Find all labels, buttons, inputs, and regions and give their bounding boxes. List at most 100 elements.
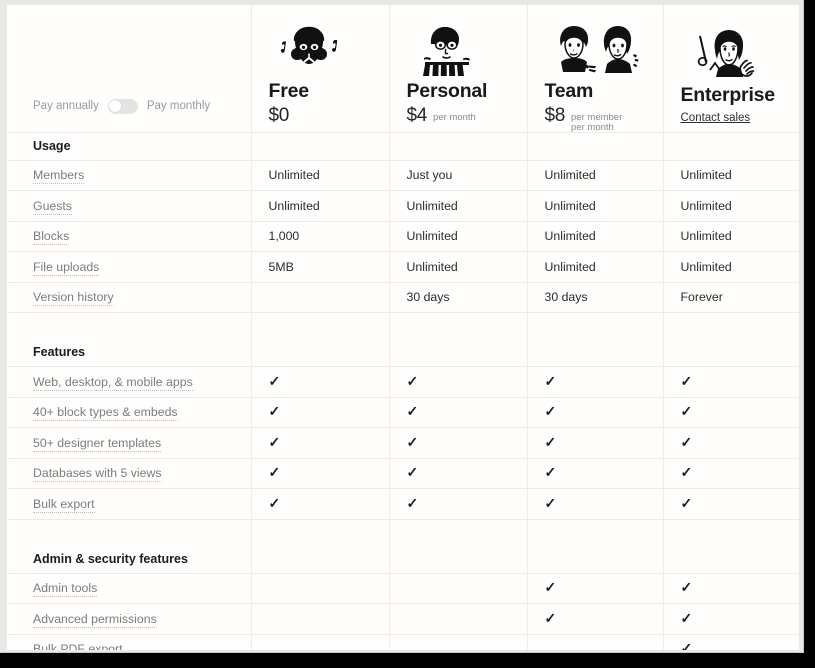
feature-label[interactable]: 50+ designer templates — [33, 436, 162, 452]
feature-value-cell: 30 days — [526, 281, 663, 313]
feature-value: 5MB — [268, 259, 294, 274]
feature-value-cell: ✓ — [662, 427, 799, 458]
feature-label[interactable]: Version history — [33, 290, 114, 307]
section-title: Features — [33, 345, 86, 359]
feature-label[interactable]: Guests — [33, 199, 72, 215]
checkmark-icon: ✓ — [268, 464, 281, 481]
feature-label[interactable]: Admin tools — [33, 581, 98, 598]
feature-value-cell — [388, 633, 527, 650]
plan-price-note: per member per month — [571, 111, 623, 134]
feature-value-cell: Unlimited — [526, 159, 663, 191]
checkmark-icon: ✓ — [544, 609, 557, 626]
feature-label[interactable]: File uploads — [33, 260, 100, 276]
feature-value-cell: ✓ — [250, 488, 389, 519]
person-headphones-icon — [273, 20, 345, 78]
feature-value-cell: ✓ — [526, 457, 663, 489]
window-frame: Pay annually Pay monthly Free $0 Persona… — [0, 0, 804, 653]
feature-label-cell: Guests — [7, 190, 251, 221]
billing-toggle[interactable]: Pay annually Pay monthly — [33, 98, 251, 114]
feature-value-cell: Unlimited — [526, 220, 663, 252]
feature-label[interactable]: Members — [33, 168, 85, 185]
feature-value-cell — [250, 633, 389, 650]
feature-value: Unlimited — [268, 168, 320, 183]
feature-value-cell: ✓ — [662, 633, 799, 650]
table-row: 40+ block types & embeds ✓ ✓ ✓ ✓ — [7, 396, 799, 428]
feature-value: 30 days — [544, 290, 588, 305]
plan-price-note: per month — [433, 111, 476, 123]
table-row: 50+ designer templates ✓ ✓ ✓ ✓ — [7, 427, 799, 458]
feature-value-cell: Unlimited — [250, 190, 389, 221]
feature-value-cell: ✓ — [388, 366, 527, 397]
feature-value-cell: ✓ — [662, 457, 799, 489]
checkmark-icon: ✓ — [406, 433, 419, 450]
section-title-cell: Features — [7, 312, 251, 367]
feature-value-cell: ✓ — [662, 366, 799, 397]
checkmark-icon: ✓ — [544, 464, 557, 481]
contact-sales-link[interactable]: Contact sales — [681, 112, 751, 124]
feature-value-cell: Unlimited — [662, 190, 799, 221]
feature-label[interactable]: Bulk export — [33, 497, 95, 513]
table-row: Members Unlimited Just you Unlimited Unlimit… — [7, 159, 799, 191]
feature-label[interactable]: 40+ block types & embeds — [33, 405, 178, 422]
feature-value: Unlimited — [544, 229, 596, 244]
checkmark-icon: ✓ — [680, 579, 693, 596]
section-header-row: Features — [7, 312, 799, 367]
checkmark-icon: ✓ — [680, 609, 693, 626]
feature-value-cell: ✓ — [526, 427, 663, 458]
feature-value: Unlimited — [406, 259, 458, 274]
feature-value-cell: ✓ — [662, 572, 799, 604]
feature-value-cell: ✓ — [250, 396, 389, 428]
plan-name: Personal — [406, 79, 488, 102]
plan-header-personal: Personal $4 per month — [388, 5, 527, 132]
checkmark-icon: ✓ — [680, 403, 693, 420]
section-header-row: Admin & security features — [7, 518, 799, 573]
feature-value-cell: ✓ — [526, 603, 663, 634]
feature-value-cell — [250, 603, 389, 634]
table-row: Bulk export ✓ ✓ ✓ ✓ — [7, 488, 799, 519]
feature-label-cell: Admin tools — [7, 572, 251, 604]
feature-value: Unlimited — [406, 229, 458, 244]
feature-label-cell: 40+ block types & embeds — [7, 396, 251, 428]
feature-value: Unlimited — [680, 229, 732, 244]
table-row: Admin tools ✓ ✓ — [7, 572, 799, 604]
feature-label[interactable]: Advanced permissions — [33, 612, 157, 628]
section-spacer-cell — [662, 518, 799, 573]
plan-header-team: Team $8 per member per month — [526, 5, 663, 134]
feature-value-cell — [250, 572, 389, 604]
feature-label[interactable]: Blocks — [33, 229, 70, 246]
feature-label-cell: Members — [7, 159, 251, 191]
checkmark-icon: ✓ — [268, 433, 281, 450]
section-spacer-cell — [526, 518, 663, 573]
feature-label[interactable]: Web, desktop, & mobile apps — [33, 375, 193, 391]
table-row: File uploads 5MB Unlimited Unlimited Unlimit… — [7, 251, 799, 282]
feature-value-cell: Unlimited — [662, 251, 799, 282]
pay-annually-label: Pay annually — [33, 100, 99, 112]
person-presenting-icon — [685, 24, 757, 82]
plan-price: $8 — [544, 104, 566, 126]
feature-value-cell: Forever — [662, 281, 799, 313]
feature-value-cell: Unlimited — [388, 251, 527, 282]
feature-value-cell: ✓ — [250, 457, 389, 489]
checkmark-icon: ✓ — [544, 494, 557, 511]
feature-value-cell: ✓ — [388, 457, 527, 489]
feature-label-cell: Web, desktop, & mobile apps — [7, 366, 251, 397]
checkmark-icon: ✓ — [268, 403, 281, 420]
feature-value: Unlimited — [680, 259, 732, 274]
feature-label[interactable]: Bulk PDF export — [33, 642, 123, 650]
feature-value-cell: ✓ — [662, 603, 799, 634]
feature-value-cell: Unlimited — [250, 159, 389, 191]
plan-name: Free — [268, 79, 310, 102]
section-spacer-cell — [388, 312, 527, 367]
pricing-comparison-table: Pay annually Pay monthly Free $0 Persona… — [7, 5, 799, 650]
feature-value-cell: ✓ — [662, 488, 799, 519]
checkmark-icon: ✓ — [406, 494, 419, 511]
billing-period-switch[interactable] — [107, 98, 138, 114]
feature-label-cell: Databases with 5 views — [7, 457, 251, 489]
plan-price-line: $4 per month — [407, 106, 527, 126]
feature-label[interactable]: Databases with 5 views — [33, 466, 162, 483]
feature-value-cell: ✓ — [250, 366, 389, 397]
section-spacer-cell — [662, 312, 799, 367]
feature-value-cell: ✓ — [526, 572, 663, 604]
switch-knob — [109, 100, 122, 112]
checkmark-icon: ✓ — [680, 494, 693, 511]
